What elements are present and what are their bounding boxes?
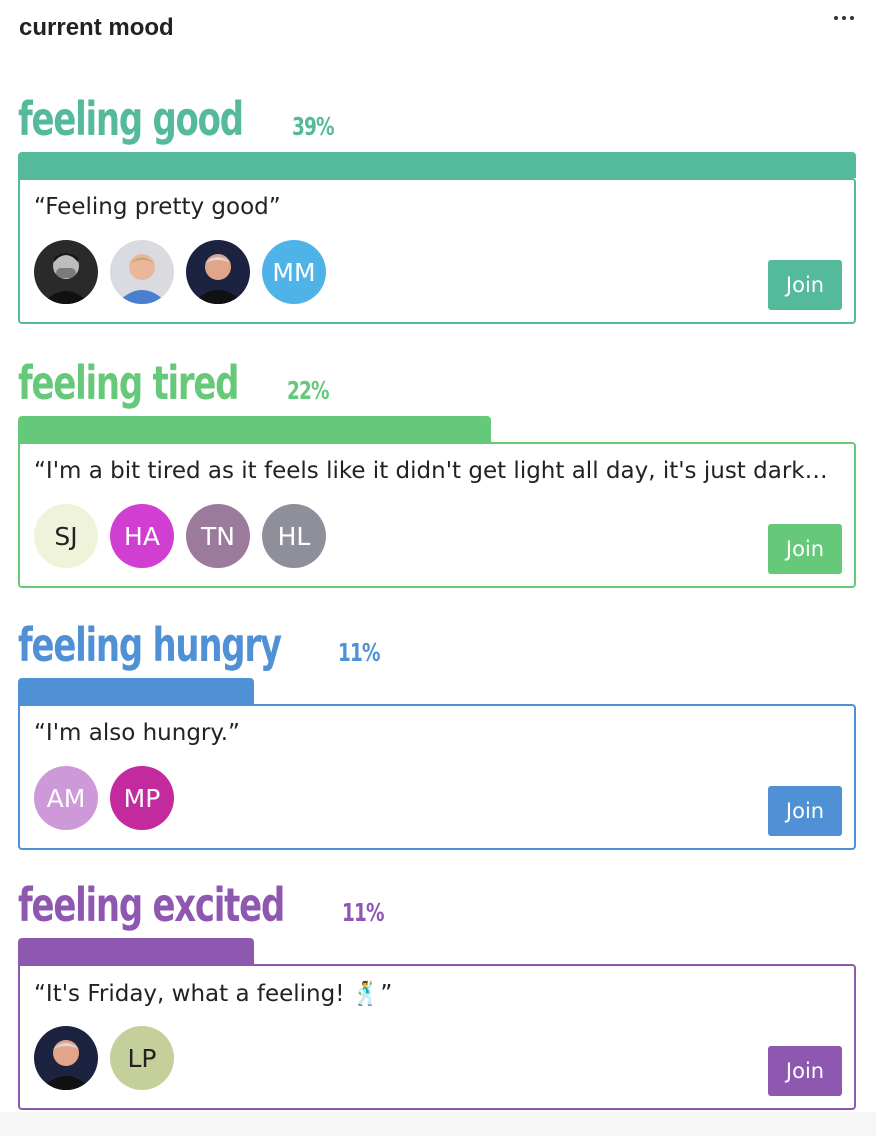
avatar-initials[interactable]: LP [110, 1026, 174, 1090]
avatar-photo[interactable] [34, 240, 98, 304]
mood-quote: “I'm also hungry.” [34, 720, 240, 746]
mood-name: feeling hungry [18, 618, 282, 672]
avatar-initials[interactable]: TN [186, 504, 250, 568]
avatar-initials[interactable]: HL [262, 504, 326, 568]
join-button[interactable]: Join [768, 1046, 842, 1096]
avatar-initials[interactable]: AM [34, 766, 98, 830]
avatar-group: SJ HA TN HL [34, 504, 326, 568]
mood-heading: feeling good 39% [18, 92, 856, 152]
mood-percent: 39% [292, 112, 335, 141]
join-button[interactable]: Join [768, 260, 842, 310]
mood-section: feeling excited 11% “It's Friday, what a f… [18, 878, 856, 1110]
mood-card: “I'm a bit tired as it feels like it did… [18, 442, 856, 588]
avatar-photo[interactable] [110, 240, 174, 304]
avatar-initials[interactable]: MP [110, 766, 174, 830]
avatar-group: LP [34, 1026, 174, 1090]
mood-card: “Feeling pretty good” MM Join [18, 178, 856, 324]
mood-heading: feeling excited 11% [18, 878, 856, 938]
avatar-initials[interactable]: SJ [34, 504, 98, 568]
mood-percent-bar [18, 416, 491, 442]
mood-percent: 22% [286, 376, 330, 405]
mood-percent-bar [18, 938, 254, 964]
mood-name: feeling excited [18, 878, 285, 932]
mood-percent: 11% [338, 638, 381, 667]
join-button[interactable]: Join [768, 786, 842, 836]
mood-section: feeling good 39% “Feeling pretty good” MM Jo… [18, 92, 856, 324]
mood-name: feeling tired [18, 356, 239, 410]
widget-title: current mood [19, 14, 174, 41]
mood-section: feeling tired 22% “I'm a bit tired as it f… [18, 356, 856, 588]
mood-percent: 11% [342, 898, 385, 927]
mood-percent-bar [18, 152, 856, 178]
more-options-icon[interactable] [828, 6, 860, 30]
mood-quote: “It's Friday, what a feeling! 🕺” [34, 981, 393, 1007]
mood-heading: feeling hungry 11% [18, 618, 856, 678]
avatar-initials[interactable]: HA [110, 504, 174, 568]
mood-quote: “I'm a bit tired as it feels like it did… [34, 458, 834, 484]
avatar-photo[interactable] [34, 1026, 98, 1090]
avatar-group: AM MP [34, 766, 174, 830]
avatar-initials[interactable]: MM [262, 240, 326, 304]
mood-section: feeling hungry 11% “I'm also hungry.” AM MP J… [18, 618, 856, 850]
avatar-photo[interactable] [186, 240, 250, 304]
mood-card: “I'm also hungry.” AM MP Join [18, 704, 856, 850]
scroll-fade [0, 1112, 876, 1136]
mood-percent-bar [18, 678, 254, 704]
mood-heading: feeling tired 22% [18, 356, 856, 416]
mood-card: “It's Friday, what a feeling! 🕺” LP Join [18, 964, 856, 1110]
mood-quote: “Feeling pretty good” [34, 194, 281, 220]
avatar-group: MM [34, 240, 326, 304]
join-button[interactable]: Join [768, 524, 842, 574]
mood-name: feeling good [18, 92, 244, 146]
